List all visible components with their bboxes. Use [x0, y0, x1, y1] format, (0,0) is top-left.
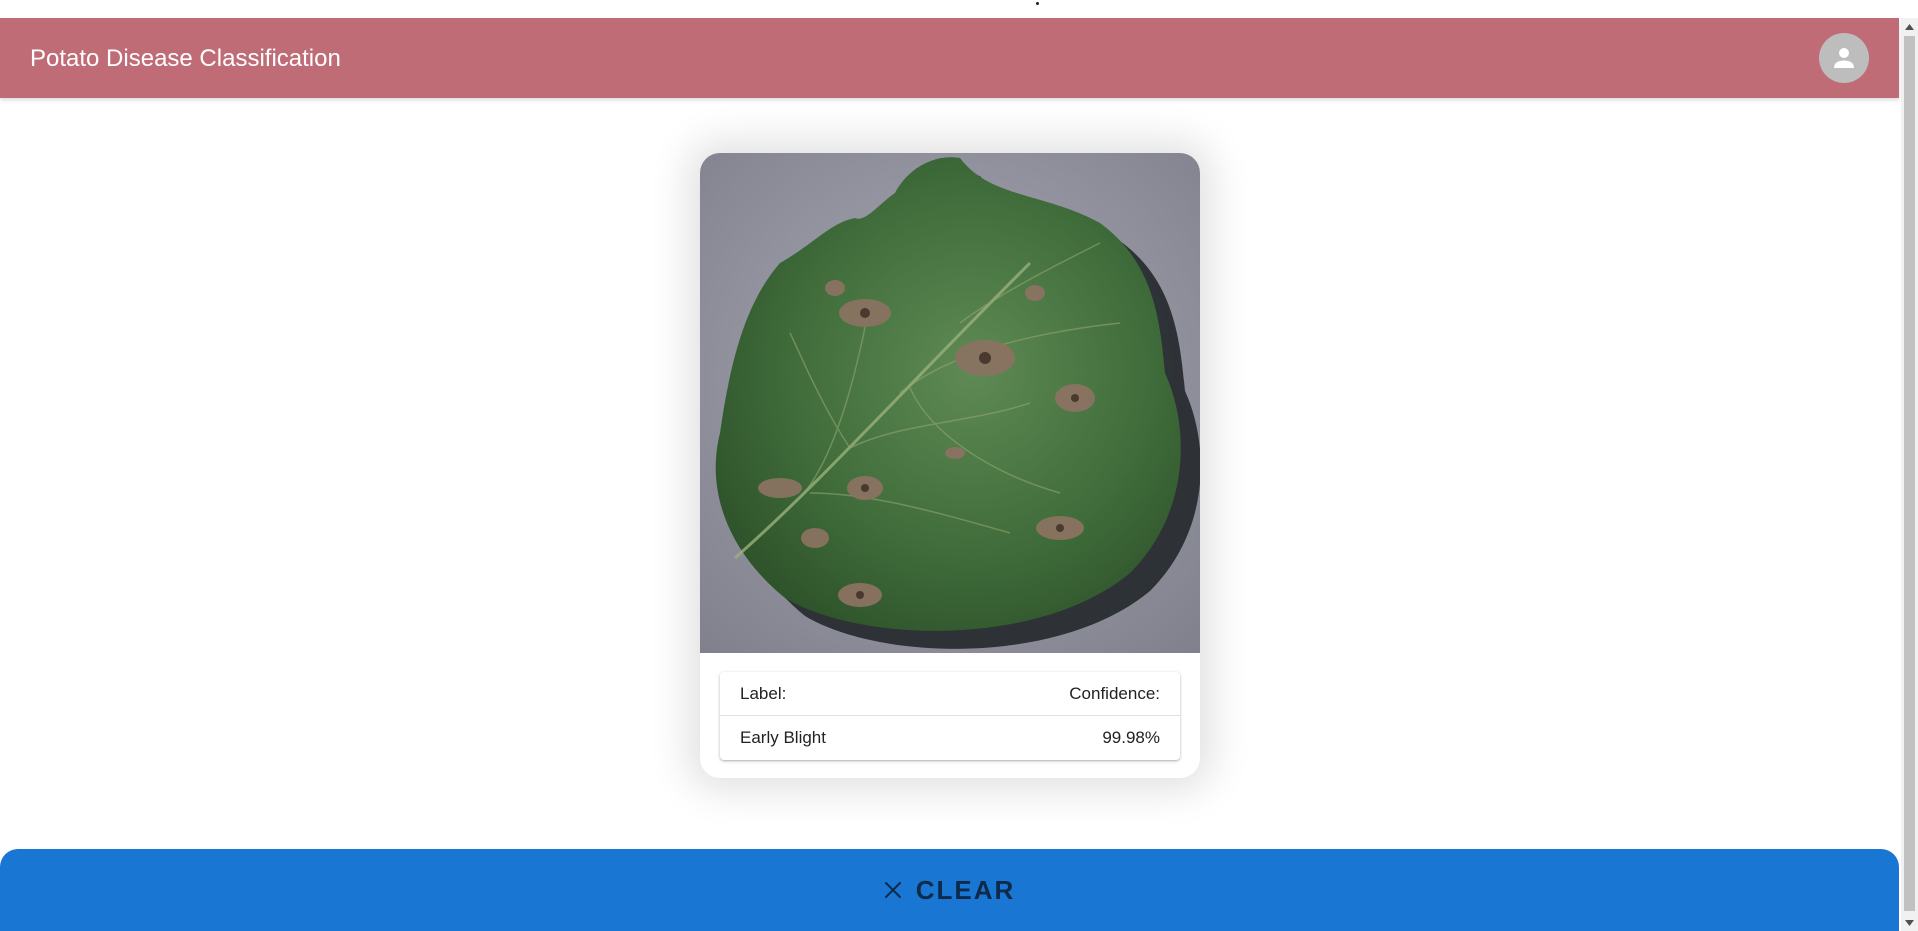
app-header: Potato Disease Classification — [0, 18, 1899, 98]
scrollbar-thumb[interactable] — [1904, 36, 1915, 911]
clear-button-label: CLEAR — [915, 874, 1016, 905]
chevron-up-icon — [1905, 23, 1914, 30]
label-header: Label: — [740, 684, 787, 703]
top-dot — [1036, 2, 1039, 5]
confidence-value: 99.98% — [1102, 728, 1160, 747]
leaf-image — [700, 153, 1200, 653]
scroll-down-button[interactable] — [1901, 914, 1918, 931]
result-table: Label: Confidence: Early Blight 99.98% — [720, 672, 1180, 760]
table-row: Early Blight 99.98% — [720, 716, 1180, 759]
clear-button-content: CLEAR — [884, 875, 1016, 906]
clear-button[interactable]: CLEAR — [0, 849, 1899, 931]
page: Potato Disease Classification Label: Con… — [0, 0, 1918, 931]
app-title: Potato Disease Classification — [30, 45, 341, 72]
avatar-button[interactable] — [1819, 33, 1869, 83]
vertical-scrollbar[interactable] — [1901, 18, 1918, 931]
person-icon — [1834, 48, 1854, 68]
chevron-down-icon — [1905, 919, 1914, 926]
scroll-up-button[interactable] — [1901, 18, 1918, 35]
close-icon — [884, 882, 901, 898]
table-header-row: Label: Confidence: — [720, 672, 1180, 716]
predicted-label: Early Blight — [740, 728, 826, 747]
result-card: Label: Confidence: Early Blight 99.98% — [700, 153, 1200, 778]
confidence-header: Confidence: — [1069, 684, 1160, 703]
